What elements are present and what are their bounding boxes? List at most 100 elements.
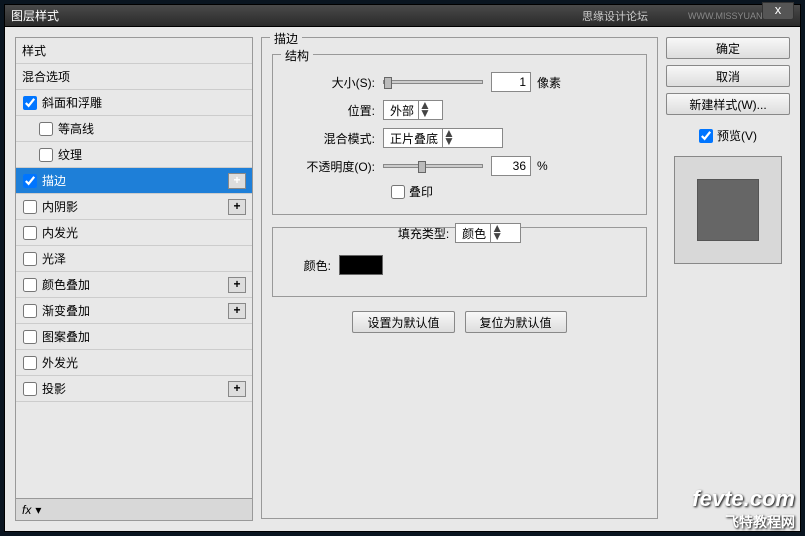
add-effect-button[interactable]: +: [228, 199, 246, 215]
size-slider[interactable]: [383, 80, 483, 84]
preview-label: 预览(V): [717, 127, 757, 144]
position-row: 位置: 外部 ▲▼: [283, 99, 636, 121]
style-item[interactable]: 颜色叠加+: [16, 272, 252, 298]
opacity-label: 不透明度(O):: [283, 158, 383, 175]
styles-panel: 样式 混合选项 斜面和浮雕等高线纹理描边+内阴影+内发光光泽颜色叠加+渐变叠加+…: [15, 37, 253, 521]
style-item[interactable]: 外发光: [16, 350, 252, 376]
style-checkbox[interactable]: [22, 382, 38, 396]
preview-checkbox[interactable]: [699, 129, 713, 143]
preview-row: 预览(V): [666, 127, 790, 144]
fill-type-dropdown[interactable]: 颜色 ▲▼: [455, 223, 521, 243]
color-swatch[interactable]: [339, 255, 383, 275]
style-item[interactable]: 光泽: [16, 246, 252, 272]
style-item[interactable]: 斜面和浮雕: [16, 90, 252, 116]
layer-style-dialog: 图层样式 思缘设计论坛 WWW.MISSYUAN.COM x 样式 混合选项 斜…: [4, 4, 801, 532]
dialog-title: 图层样式: [11, 7, 582, 24]
blend-dropdown[interactable]: 正片叠底 ▲▼: [383, 128, 503, 148]
style-label: 光泽: [42, 250, 246, 267]
opacity-slider[interactable]: [383, 164, 483, 168]
style-checkbox[interactable]: [22, 200, 38, 214]
style-item[interactable]: 内阴影+: [16, 194, 252, 220]
fill-type-label: 填充类型:: [398, 225, 449, 242]
style-checkbox[interactable]: [38, 122, 54, 136]
style-checkbox[interactable]: [22, 252, 38, 266]
style-label: 内发光: [42, 224, 246, 241]
chevron-updown-icon: ▲▼: [442, 129, 454, 147]
style-item[interactable]: 渐变叠加+: [16, 298, 252, 324]
preview-box: [674, 156, 782, 264]
styles-footer: fx ▾: [16, 498, 252, 520]
styles-header[interactable]: 样式: [16, 38, 252, 64]
style-item[interactable]: 内发光: [16, 220, 252, 246]
style-checkbox[interactable]: [22, 278, 38, 292]
style-item[interactable]: 等高线: [16, 116, 252, 142]
titlebar: 图层样式 思缘设计论坛 WWW.MISSYUAN.COM x: [5, 5, 800, 27]
opacity-unit: %: [537, 159, 548, 173]
center-panel: 描边 结构 大小(S): 像素 位置: 外部 ▲▼: [261, 37, 658, 521]
stroke-group: 描边 结构 大小(S): 像素 位置: 外部 ▲▼: [261, 37, 658, 519]
position-dropdown[interactable]: 外部 ▲▼: [383, 100, 443, 120]
style-label: 投影: [42, 380, 228, 397]
default-buttons: 设置为默认值 复位为默认值: [272, 311, 647, 333]
style-checkbox[interactable]: [22, 330, 38, 344]
right-panel: 确定 取消 新建样式(W)... 预览(V): [666, 37, 790, 521]
set-default-button[interactable]: 设置为默认值: [352, 311, 454, 333]
structure-group: 结构 大小(S): 像素 位置: 外部 ▲▼: [272, 54, 647, 215]
chevron-updown-icon: ▲▼: [490, 224, 502, 242]
opacity-row: 不透明度(O): %: [283, 155, 636, 177]
watermark-url: fevte.com: [692, 486, 795, 512]
size-row: 大小(S): 像素: [283, 71, 636, 93]
add-effect-button[interactable]: +: [228, 381, 246, 397]
preview-swatch: [697, 179, 759, 241]
size-label: 大小(S):: [283, 74, 383, 91]
overprint-checkbox[interactable]: [391, 185, 405, 199]
style-checkbox[interactable]: [22, 96, 38, 110]
style-label: 外发光: [42, 354, 246, 371]
style-item[interactable]: 描边+: [16, 168, 252, 194]
dialog-body: 样式 混合选项 斜面和浮雕等高线纹理描边+内阴影+内发光光泽颜色叠加+渐变叠加+…: [5, 27, 800, 531]
style-label: 斜面和浮雕: [42, 94, 246, 111]
style-item[interactable]: 纹理: [16, 142, 252, 168]
color-label: 颜色:: [283, 257, 339, 274]
color-row: 颜色:: [283, 254, 636, 276]
size-input[interactable]: [491, 72, 531, 92]
add-effect-button[interactable]: +: [228, 277, 246, 293]
style-checkbox[interactable]: [38, 148, 54, 162]
style-label: 图案叠加: [42, 328, 246, 345]
overprint-label: 叠印: [409, 183, 433, 200]
style-label: 渐变叠加: [42, 302, 228, 319]
style-label: 颜色叠加: [42, 276, 228, 293]
add-effect-button[interactable]: +: [228, 303, 246, 319]
ok-button[interactable]: 确定: [666, 37, 790, 59]
style-label: 等高线: [58, 120, 246, 137]
style-label: 描边: [42, 172, 228, 189]
reset-default-button[interactable]: 复位为默认值: [465, 311, 567, 333]
close-button[interactable]: x: [762, 2, 794, 20]
watermark: fevte.com 飞特教程网: [692, 486, 795, 532]
styles-list: 样式 混合选项 斜面和浮雕等高线纹理描边+内阴影+内发光光泽颜色叠加+渐变叠加+…: [16, 38, 252, 498]
style-item[interactable]: 投影+: [16, 376, 252, 402]
blend-label: 混合模式:: [283, 130, 383, 147]
blend-options[interactable]: 混合选项: [16, 64, 252, 90]
opacity-input[interactable]: [491, 156, 531, 176]
forum-name: 思缘设计论坛: [582, 8, 648, 24]
style-checkbox[interactable]: [22, 304, 38, 318]
fx-dropdown-icon[interactable]: ▾: [35, 503, 41, 517]
style-label: 内阴影: [42, 198, 228, 215]
style-checkbox[interactable]: [22, 226, 38, 240]
new-style-button[interactable]: 新建样式(W)...: [666, 93, 790, 115]
watermark-name: 飞特教程网: [692, 512, 795, 532]
cancel-button[interactable]: 取消: [666, 65, 790, 87]
stroke-title: 描边: [270, 30, 302, 47]
position-label: 位置:: [283, 102, 383, 119]
style-checkbox[interactable]: [22, 356, 38, 370]
structure-label: 结构: [281, 47, 313, 64]
add-effect-button[interactable]: +: [228, 173, 246, 189]
fill-type-row: 填充类型: 颜色 ▲▼: [283, 222, 636, 244]
chevron-updown-icon: ▲▼: [418, 101, 430, 119]
style-item[interactable]: 图案叠加: [16, 324, 252, 350]
blend-row: 混合模式: 正片叠底 ▲▼: [283, 127, 636, 149]
size-unit: 像素: [537, 74, 561, 91]
style-checkbox[interactable]: [22, 174, 38, 188]
style-label: 纹理: [58, 146, 246, 163]
